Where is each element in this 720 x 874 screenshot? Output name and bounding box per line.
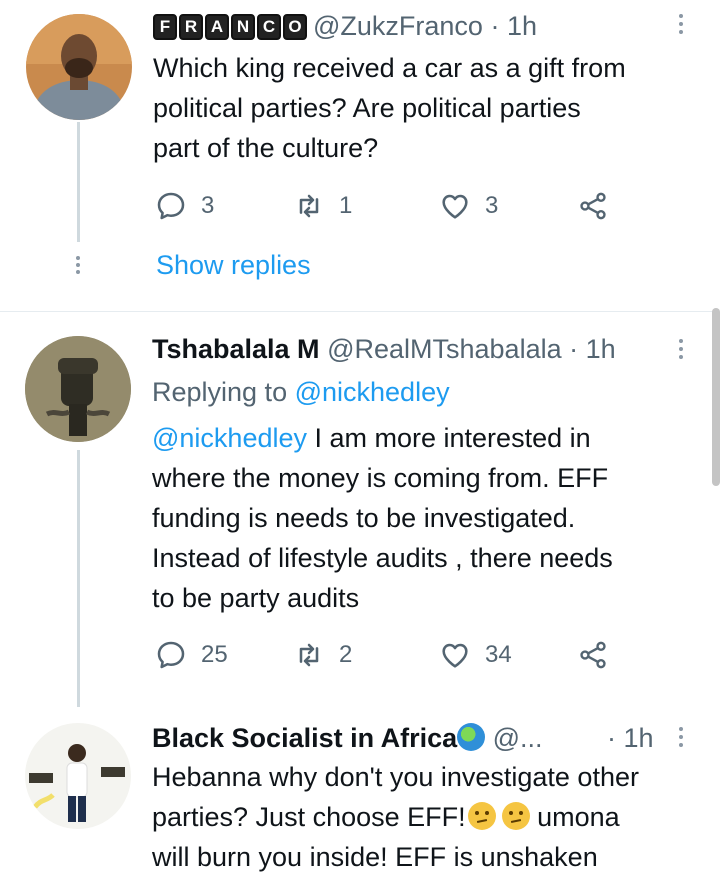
share-button[interactable] [577, 635, 609, 675]
display-name-badge[interactable]: FRANCO [153, 14, 307, 40]
tweet-text: Which king received a car as a gift from… [153, 53, 626, 163]
separator: · [569, 334, 579, 364]
retweet-count: 2 [339, 641, 353, 668]
retweet-button[interactable]: 1 [293, 186, 352, 226]
like-count: 34 [485, 641, 512, 668]
replying-to-link[interactable]: @nickhedley [295, 377, 450, 407]
separator: · [490, 11, 500, 41]
retweet-icon [299, 194, 319, 218]
reply-icon [157, 192, 185, 220]
timestamp[interactable]: 1h [624, 723, 654, 753]
more-icon[interactable] [676, 727, 686, 747]
tweet-text: Hebanna why don't you investigate other … [152, 762, 639, 872]
retweet-icon [299, 643, 319, 667]
tweet-1[interactable]: FRANCO @ZukzFranco · 1h Which king recei… [0, 0, 720, 310]
reply-count: 3 [201, 192, 215, 219]
timestamp[interactable]: 1h [507, 11, 537, 41]
share-button[interactable] [577, 186, 609, 226]
handle[interactable]: @RealMTshabalala [327, 334, 562, 364]
handle[interactable]: @... [493, 723, 543, 753]
heart-icon [442, 643, 468, 668]
show-replies-link[interactable]: Show replies [156, 250, 311, 281]
confused-face-emoji [467, 802, 496, 830]
action-bar: 3 1 3 [155, 186, 625, 226]
tweet-2[interactable]: Tshabalala M @RealMTshabalala · 1h Reply… [0, 312, 720, 707]
globe-emoji [457, 723, 486, 751]
tweet-time: · 1h [607, 721, 654, 755]
display-name[interactable]: Tshabalala M [152, 334, 320, 364]
thread-line [77, 450, 80, 707]
share-icon [580, 192, 606, 220]
scrollbar[interactable] [712, 308, 720, 486]
tweet-header: Tshabalala M @RealMTshabalala · 1h [152, 332, 616, 366]
tweet-text: @nickhedley I am more interested in wher… [152, 423, 613, 613]
confused-face-emoji [501, 802, 530, 830]
reply-count: 25 [201, 641, 228, 668]
heart-icon [442, 194, 468, 219]
separator: · [607, 723, 616, 753]
more-icon[interactable] [676, 14, 686, 34]
thread-line [77, 122, 80, 242]
thread-ellipsis [73, 256, 83, 274]
share-icon [580, 641, 606, 669]
avatar[interactable] [25, 336, 131, 442]
more-icon[interactable] [676, 339, 686, 359]
retweet-button[interactable]: 2 [293, 635, 352, 675]
reply-button[interactable]: 25 [155, 635, 228, 675]
avatar[interactable] [26, 14, 132, 120]
display-name[interactable]: Black Socialist in Africa [152, 723, 457, 753]
action-bar: 25 2 34 [155, 635, 625, 675]
like-button[interactable]: 34 [439, 635, 512, 675]
like-button[interactable]: 3 [439, 186, 498, 226]
tweet-header: FRANCO @ZukzFranco · 1h [153, 9, 537, 43]
mention-link[interactable]: @nickhedley [152, 423, 307, 453]
retweet-count: 1 [339, 192, 353, 219]
timestamp[interactable]: 1h [586, 334, 616, 364]
handle[interactable]: @ZukzFranco [313, 11, 483, 41]
avatar[interactable] [25, 723, 131, 829]
reply-icon [157, 641, 185, 669]
tweet-3[interactable]: Black Socialist in Africa @... · 1h Heba… [0, 707, 720, 874]
replying-to: Replying to @nickhedley [152, 377, 450, 407]
tweet-header: Black Socialist in Africa @... [152, 721, 543, 755]
reply-button[interactable]: 3 [155, 186, 214, 226]
like-count: 3 [485, 192, 499, 219]
